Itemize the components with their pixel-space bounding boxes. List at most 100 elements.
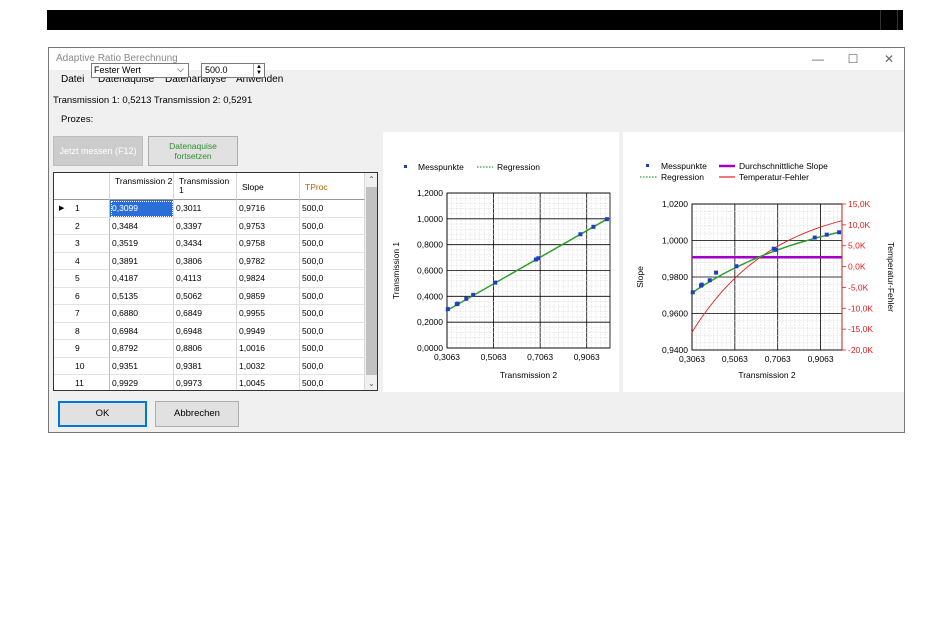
table-cell[interactable]: 0,9753 — [237, 217, 300, 235]
table-row[interactable]: 9 0,8792 0,8806 1,0016 500,0 — [54, 340, 365, 358]
process-select[interactable]: Fester Wert ⌵ — [91, 63, 189, 78]
table-cell[interactable]: 0,5135 — [110, 287, 174, 305]
table-cell[interactable]: 500,0 — [300, 200, 365, 218]
cancel-button[interactable]: Abbrechen — [155, 401, 239, 427]
table-cell[interactable]: 0,6849 — [174, 305, 237, 323]
table-row[interactable]: 5 0,4187 0,4113 0,9824 500,0 — [54, 270, 365, 288]
minimize-button[interactable]: — — [803, 51, 833, 67]
y2-tick-label: 0,0K — [848, 262, 866, 272]
header-transmission-1[interactable]: Transmission 1 — [174, 173, 237, 200]
table-cell[interactable]: 500,0 — [300, 287, 365, 305]
table-cell[interactable]: 0,9949 — [237, 322, 300, 340]
table-cell[interactable]: 0,6948 — [174, 322, 237, 340]
y-tick-label: 1,0200 — [662, 199, 688, 209]
maximize-button[interactable]: ☐ — [838, 51, 868, 67]
table-row[interactable]: 8 0,6984 0,6948 0,9949 500,0 — [54, 322, 365, 340]
table-cell[interactable]: 500,0 — [300, 322, 365, 340]
y-tick-label: 0,9600 — [662, 309, 688, 319]
table-cell[interactable]: 0,3434 — [174, 235, 237, 253]
row-header[interactable]: 7 — [54, 305, 110, 323]
table-cell[interactable]: 1,0045 — [237, 375, 300, 390]
table-cell[interactable]: 1,0016 — [237, 340, 300, 358]
table-cell[interactable]: 0,9716 — [237, 200, 300, 218]
row-header[interactable]: ▶ 1 — [54, 200, 110, 218]
menu-datei[interactable]: Datei — [61, 74, 84, 85]
table-cell[interactable]: 0,9782 — [237, 252, 300, 270]
table-cell[interactable]: 500,0 — [300, 270, 365, 288]
table-cell[interactable]: 0,3397 — [174, 217, 237, 235]
table-cell[interactable]: 500,0 — [300, 357, 365, 375]
table-cell[interactable]: 0,6984 — [110, 322, 174, 340]
table-cell[interactable]: 500,0 — [300, 340, 365, 358]
table-cell[interactable]: 0,3484 — [110, 217, 174, 235]
scroll-down-icon[interactable]: ⌄ — [365, 377, 377, 390]
table-row[interactable]: 7 0,6880 0,6849 0,9955 500,0 — [54, 305, 365, 323]
measure-now-button[interactable]: Jetzt messen (F12) — [53, 136, 143, 166]
table-cell[interactable]: 0,9351 — [110, 357, 174, 375]
top-black-bar — [47, 10, 903, 30]
chart-transmission-panel: Messpunkte Regression 0,0000 0,2000 0,4000 0,… — [383, 132, 619, 392]
row-header[interactable]: 10 — [54, 357, 110, 375]
table-cell[interactable]: 0,8792 — [110, 340, 174, 358]
table-cell[interactable]: 0,3099 — [110, 200, 174, 218]
data-grid[interactable]: Transmission 2 Transmission 1 Slope TPro… — [53, 172, 378, 391]
temperature-stepper[interactable]: 500.0 ▲ ▼ — [201, 63, 265, 78]
data-point — [734, 264, 739, 269]
table-cell[interactable]: 500,0 — [300, 375, 365, 390]
row-header[interactable]: 9 — [54, 340, 110, 358]
table-cell[interactable]: 500,0 — [300, 235, 365, 253]
row-header[interactable]: 6 — [54, 287, 110, 305]
table-cell[interactable]: 0,9859 — [237, 287, 300, 305]
table-cell[interactable]: 0,9758 — [237, 235, 300, 253]
table-cell[interactable]: 0,9929 — [110, 375, 174, 390]
row-header[interactable]: 2 — [54, 217, 110, 235]
header-slope[interactable]: Slope — [237, 173, 300, 200]
row-header[interactable]: 4 — [54, 252, 110, 270]
table-cell[interactable]: 0,3806 — [174, 252, 237, 270]
table-cell[interactable]: 500,0 — [300, 217, 365, 235]
row-header[interactable]: 8 — [54, 322, 110, 340]
table-cell[interactable]: 1,0032 — [237, 357, 300, 375]
row-number: 5 — [75, 273, 80, 283]
table-cell[interactable]: 0,9973 — [174, 375, 237, 390]
table-cell[interactable]: 0,3011 — [174, 200, 237, 218]
close-button[interactable]: ✕ — [874, 51, 904, 67]
table-cell[interactable]: 0,9955 — [237, 305, 300, 323]
table-row[interactable]: 10 0,9351 0,9381 1,0032 500,0 — [54, 357, 365, 375]
legend-label: Temperatur-Fehler — [739, 172, 809, 182]
table-row[interactable]: ▶ 1 0,3099 0,3011 0,9716 500,0 — [54, 200, 365, 218]
stepper-arrows-icon[interactable]: ▲ ▼ — [253, 64, 264, 77]
table-cell[interactable]: 0,6880 — [110, 305, 174, 323]
continue-label-line2: fortsetzen — [174, 151, 212, 161]
table-row[interactable]: 3 0,3519 0,3434 0,9758 500,0 — [54, 235, 365, 253]
y2-tick-label: 15,0K — [848, 199, 871, 209]
y-axis-label: Transmission 1 — [391, 242, 401, 300]
header-transmission-2[interactable]: Transmission 2 — [110, 173, 174, 200]
grid-scrollbar[interactable]: ⌃ ⌄ — [365, 173, 377, 390]
table-cell[interactable]: 0,9381 — [174, 357, 237, 375]
row-number: 7 — [75, 308, 80, 318]
table-cell[interactable]: 500,0 — [300, 305, 365, 323]
row-header[interactable]: 3 — [54, 235, 110, 253]
table-cell[interactable]: 0,8806 — [174, 340, 237, 358]
table-cell[interactable]: 0,3891 — [110, 252, 174, 270]
table-row[interactable]: 6 0,5135 0,5062 0,9859 500,0 — [54, 287, 365, 305]
row-header[interactable]: 11 — [54, 375, 110, 390]
scroll-up-icon[interactable]: ⌃ — [365, 173, 377, 186]
table-cell[interactable]: 0,4113 — [174, 270, 237, 288]
scroll-thumb[interactable] — [366, 187, 377, 375]
table-cell[interactable]: 0,3519 — [110, 235, 174, 253]
x-axis-label: Transmission 2 — [500, 370, 558, 380]
table-cell[interactable]: 0,5062 — [174, 287, 237, 305]
table-cell[interactable]: 0,4187 — [110, 270, 174, 288]
table-row[interactable]: 4 0,3891 0,3806 0,9782 500,0 — [54, 252, 365, 270]
table-row[interactable]: 11 0,9929 0,9973 1,0045 500,0 — [54, 375, 365, 390]
ok-button[interactable]: OK — [58, 401, 147, 427]
continue-acquisition-button[interactable]: Datenaquise fortsetzen — [148, 136, 238, 166]
table-cell[interactable]: 500,0 — [300, 252, 365, 270]
header-tproc[interactable]: TProc — [300, 173, 365, 200]
table-row[interactable]: 2 0,3484 0,3397 0,9753 500,0 — [54, 217, 365, 235]
table-cell[interactable]: 0,9824 — [237, 270, 300, 288]
y2-tick-label: -15,0K — [848, 324, 873, 334]
row-header[interactable]: 5 — [54, 270, 110, 288]
